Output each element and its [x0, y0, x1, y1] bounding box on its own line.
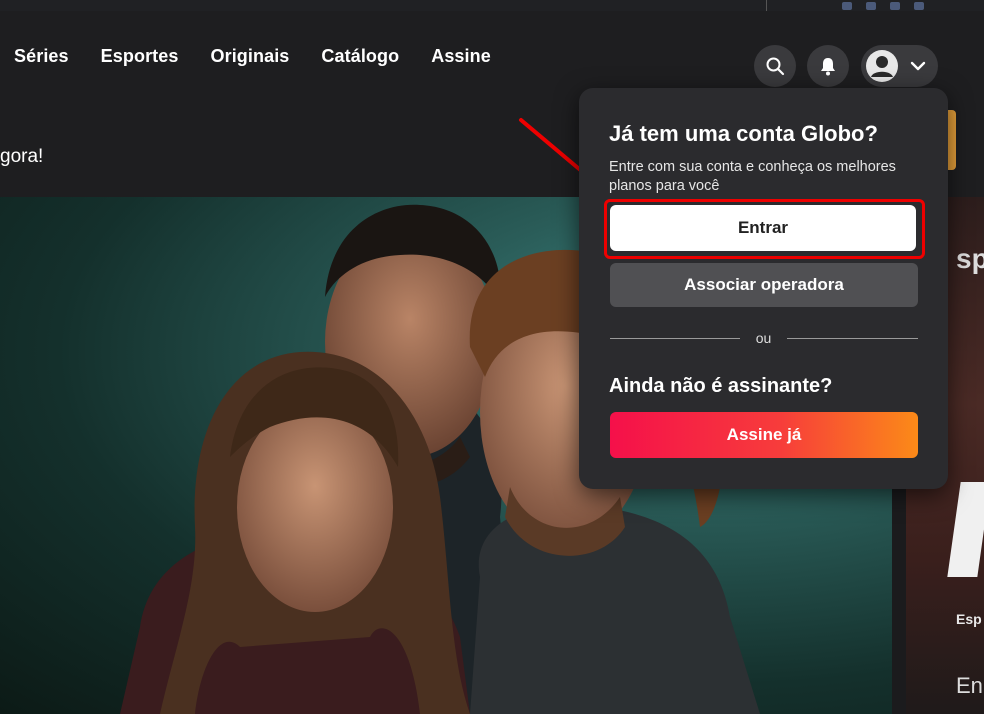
browser-toolbar-strip	[0, 0, 984, 11]
extension-icon[interactable]	[890, 1, 900, 10]
associate-operator-button[interactable]: Associar operadora	[610, 263, 918, 307]
side-card-label: Esp	[956, 611, 982, 627]
side-card-label-secondary: En	[956, 673, 983, 698]
toolbar-icons	[842, 0, 924, 11]
extension-icon[interactable]	[914, 1, 924, 10]
search-icon	[766, 57, 785, 76]
nav-link-esportes[interactable]: Esportes	[101, 46, 179, 67]
toolbar-separator	[766, 0, 767, 11]
popover-title: Já tem uma conta Globo?	[609, 121, 878, 146]
login-button[interactable]: Entrar	[610, 205, 916, 251]
nav-link-originais[interactable]: Originais	[210, 46, 289, 67]
popover-description: Entre com sua conta e conheça os melhore…	[609, 159, 896, 194]
nav-link-assine[interactable]: Assine	[431, 46, 491, 67]
divider-line-right	[787, 338, 918, 339]
subscribe-button[interactable]: Assine já	[610, 412, 918, 458]
banner-text: gora!	[0, 146, 44, 167]
side-card-logo: sp	[956, 243, 984, 274]
login-popover: Já tem uma conta Globo? Entre com sua co…	[579, 88, 948, 489]
profile-menu-button[interactable]	[861, 45, 938, 87]
notifications-button[interactable]	[807, 45, 849, 87]
nav-link-catalogo[interactable]: Catálogo	[321, 46, 399, 67]
popover-subtitle: Ainda não é assinante?	[609, 375, 833, 397]
top-navigation: Séries Esportes Originais Catálogo Assin…	[0, 11, 984, 89]
nav-links: Séries Esportes Originais Catálogo Assin…	[14, 46, 523, 67]
search-button[interactable]	[754, 45, 796, 87]
extension-icon[interactable]	[842, 1, 852, 10]
side-card-graphic	[947, 482, 984, 577]
bell-icon	[821, 58, 835, 76]
extension-icon[interactable]	[866, 1, 876, 10]
user-avatar-icon	[866, 50, 898, 82]
nav-link-series[interactable]: Séries	[14, 46, 69, 67]
chevron-down-icon	[910, 61, 926, 71]
